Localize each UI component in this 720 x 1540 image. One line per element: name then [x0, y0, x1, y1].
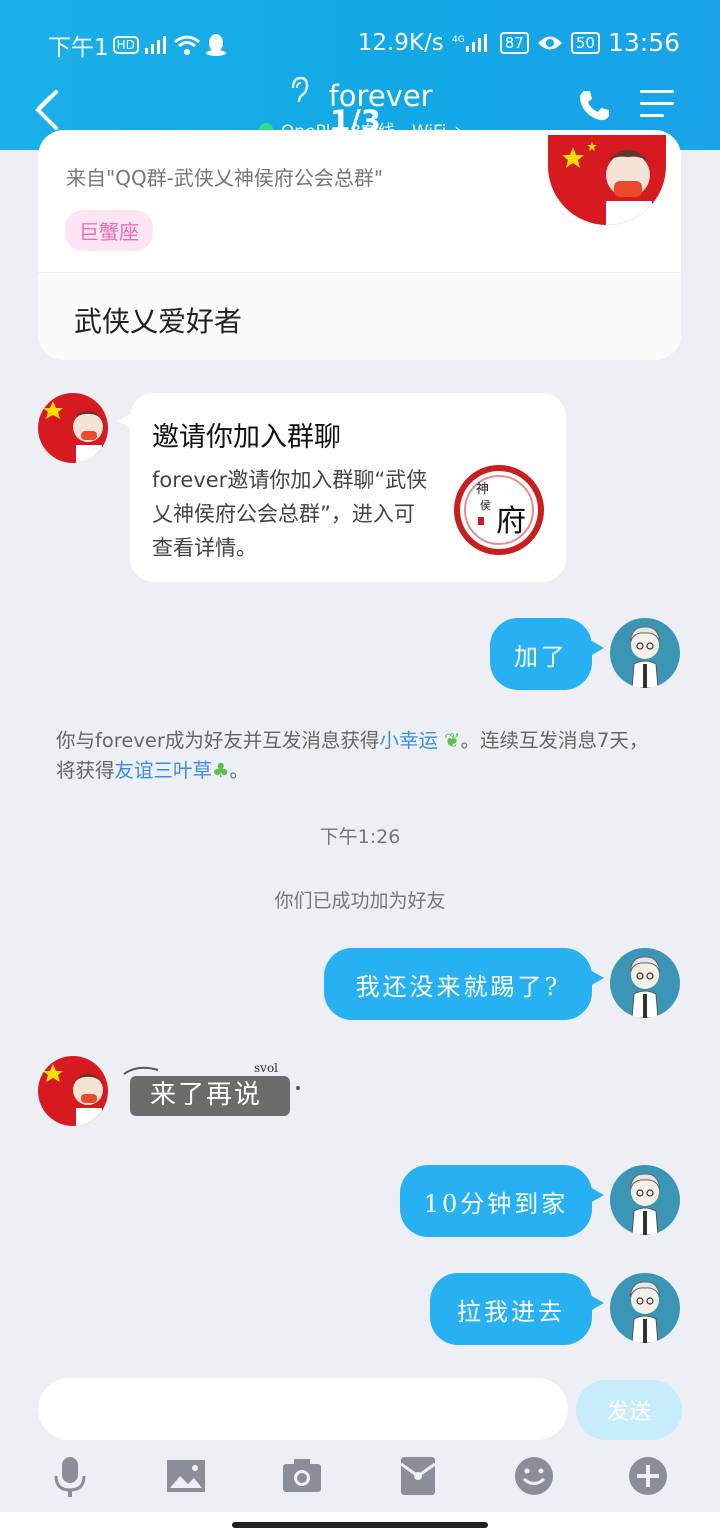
zodiac-tag: 巨蟹座 — [65, 210, 153, 251]
logo-char: 神 — [476, 482, 489, 497]
sticker-tag: svol — [254, 1061, 278, 1075]
status-left: 下午1 HD — [48, 28, 227, 62]
phone-call-button[interactable] — [576, 88, 612, 124]
profile-card[interactable]: 来自"QQ群-武侠乂神侯府公会总群" 巨蟹座 武侠乂爱好者 — [38, 130, 681, 360]
ear-icon — [292, 76, 309, 103]
message-bubble[interactable]: 我还没来就踢了? — [324, 948, 604, 1020]
net-speed: 12.9K/s — [357, 29, 444, 56]
hd-icon: HD — [112, 36, 139, 54]
message-bubble[interactable]: 10分钟到家 — [400, 1165, 604, 1237]
image-icon[interactable] — [164, 1454, 208, 1498]
logo-char: 府 — [496, 504, 526, 539]
clover-icon: ♣ — [212, 759, 230, 782]
eye-icon — [537, 36, 562, 49]
menu-line — [640, 114, 664, 117]
microphone-icon[interactable] — [48, 1454, 92, 1498]
chat-header: 下午1 HD 12.9K/s 4G 87 50 13:56 forever On… — [0, 0, 720, 150]
my-avatar[interactable] — [610, 1273, 680, 1343]
signal-icon — [144, 36, 166, 54]
camera-icon[interactable] — [280, 1454, 324, 1498]
notice-text: 你与forever成为好友并互发消息获得 — [56, 729, 380, 752]
my-avatar[interactable] — [610, 1165, 680, 1235]
profile-source: 来自"QQ群-武侠乂神侯府公会总群" — [66, 166, 384, 190]
contact-avatar[interactable] — [38, 1056, 108, 1126]
sticker-text: 来了再说 — [150, 1080, 263, 1110]
message-text: 10分钟到家 — [423, 1189, 569, 1218]
logo-char: 侯 — [480, 498, 491, 512]
signal-4g-icon: 4G — [452, 33, 487, 52]
message-bubble[interactable]: 拉我进去 — [430, 1273, 604, 1345]
qq-icon — [205, 34, 226, 56]
emoji-icon[interactable] — [512, 1454, 556, 1498]
send-button[interactable]: 发送 — [576, 1380, 682, 1440]
menu-button[interactable] — [640, 90, 674, 130]
message-text: 我还没来就踢了? — [355, 972, 561, 1001]
status-right: 12.9K/s 4G 87 50 13:56 — [358, 28, 680, 57]
message-input[interactable] — [38, 1378, 568, 1440]
battery-badge-1: 87 — [499, 31, 529, 54]
sprout-icon: ❦ — [437, 729, 461, 752]
clock: 13:56 — [607, 28, 680, 57]
group-invite-card[interactable]: 邀请你加入群聊 forever邀请你加入群聊“武侠乂神侯府公会总群”，进入可查看… — [118, 393, 566, 582]
friend-added-notice: 你们已成功加为好友 — [274, 890, 446, 912]
my-avatar[interactable] — [610, 948, 680, 1018]
invite-body: forever邀请你加入群聊“武侠乂神侯府公会总群”，进入可查看详情。 — [152, 468, 428, 560]
message-text: 拉我进去 — [457, 1297, 565, 1326]
invite-title: 邀请你加入群聊 — [152, 422, 341, 453]
message-bubble[interactable]: 加了 — [490, 618, 604, 690]
status-bar: 下午1 HD 12.9K/s 4G 87 50 13:56 — [0, 0, 720, 84]
input-toolbar — [0, 1446, 720, 1512]
clover-link[interactable]: 友谊三叶草 — [115, 759, 213, 782]
red-packet-icon[interactable] — [396, 1454, 440, 1498]
message-text: 加了 — [514, 642, 568, 671]
my-avatar[interactable] — [610, 618, 680, 688]
wifi-icon — [173, 35, 200, 55]
notice-text: 。 — [229, 759, 250, 782]
battery-badge-2: 50 — [570, 31, 600, 54]
contact-avatar[interactable] — [38, 393, 108, 463]
lucky-link[interactable]: 小幸运 — [379, 729, 438, 752]
menu-line — [640, 90, 674, 93]
plus-icon[interactable] — [626, 1454, 670, 1498]
profile-hobby: 武侠乂爱好者 — [74, 305, 243, 338]
home-indicator[interactable] — [232, 1522, 488, 1528]
menu-line — [640, 102, 674, 105]
svg-text:4G: 4G — [452, 35, 465, 45]
status-time-prefix: 下午1 — [48, 35, 109, 61]
system-notice: 你与forever成为好友并互发消息获得小幸运 ❦。连续互发消息7天，将获得友谊… — [56, 726, 666, 786]
timestamp: 下午1:26 — [319, 826, 401, 848]
profile-avatar[interactable] — [548, 135, 666, 225]
group-logo: 神 侯 府 — [454, 465, 544, 555]
